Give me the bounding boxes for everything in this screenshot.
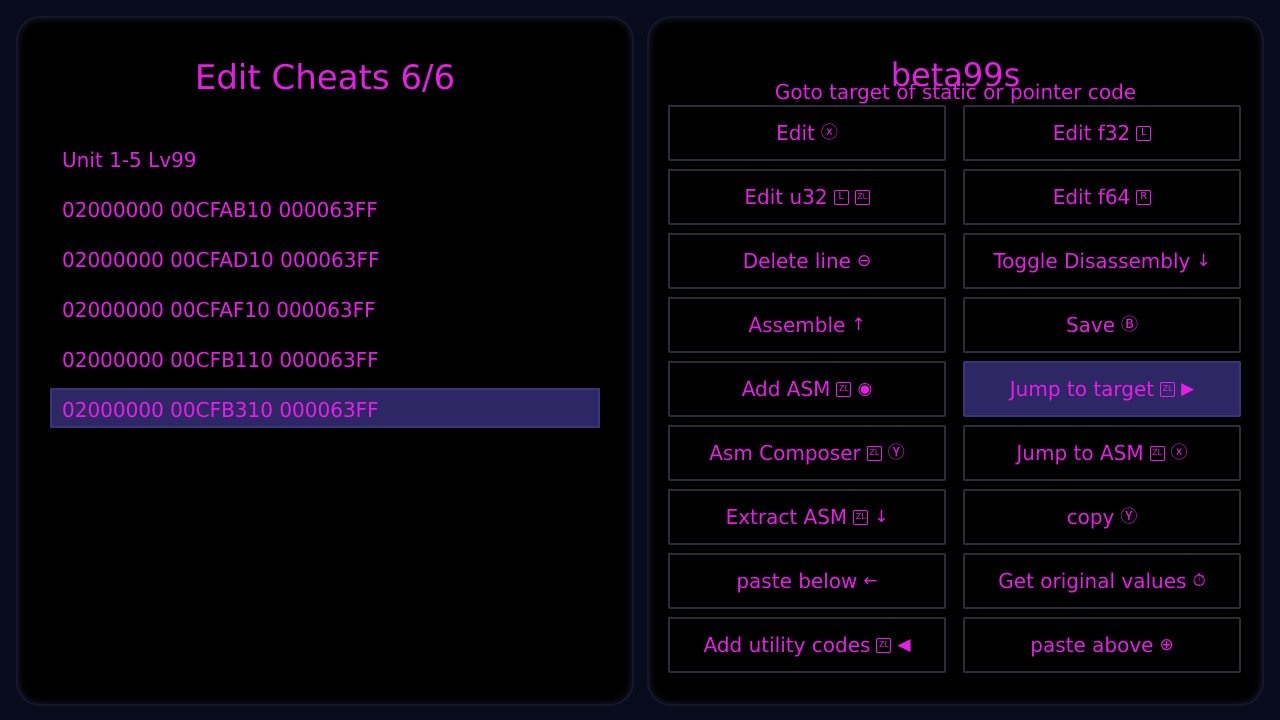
dpad-up-circle-icon: ◉ — [857, 378, 873, 399]
delete-line-button[interactable]: Delete line ⊖ — [668, 233, 946, 289]
zl-key-icon: ZL — [836, 381, 852, 397]
paste-below-button[interactable]: paste below ← — [668, 553, 946, 609]
copy-button[interactable]: copy Ⓨ — [963, 489, 1241, 545]
plus-button-icon: ⊕ — [1159, 634, 1174, 655]
add-utility-codes-button-label: Add utility codes — [703, 633, 871, 657]
jump-to-asm-button-label: Jump to ASM — [1016, 441, 1144, 465]
delete-line-button-label: Delete line — [742, 249, 851, 273]
list-item-code-line-selected[interactable]: 02000000 00CFB310 000063FF — [50, 388, 600, 428]
list-item-code-line[interactable]: 02000000 00CFB110 000063FF — [50, 338, 600, 378]
asm-composer-button-label: Asm Composer — [709, 441, 861, 465]
zl-key-icon: ZL — [853, 509, 869, 525]
cheat-list: Unit 1-5 Lv99 02000000 00CFAB10 000063FF… — [50, 138, 600, 438]
dpad-left-icon: ← — [863, 570, 878, 591]
edit-button-label: Edit — [776, 121, 815, 145]
edit-u32-button-label: Edit u32 — [744, 185, 828, 209]
extract-asm-button[interactable]: Extract ASM ZL ↓ — [668, 489, 946, 545]
copy-button-label: copy — [1066, 505, 1115, 529]
dpad-right-circle-icon: ▶ — [1181, 378, 1195, 399]
list-item-code-line[interactable]: 02000000 00CFAB10 000063FF — [50, 188, 600, 228]
x-button-icon: ⓧ — [1170, 442, 1188, 463]
list-item-code-line[interactable]: 02000000 00CFAD10 000063FF — [50, 238, 600, 278]
l-key-icon: L — [1136, 125, 1152, 141]
zl-key-icon: ZL — [1160, 381, 1176, 397]
add-asm-button-label: Add ASM — [741, 377, 831, 401]
r-key-icon: R — [1136, 189, 1152, 205]
list-item-code-line[interactable]: 02000000 00CFAF10 000063FF — [50, 288, 600, 328]
screen: Edit Cheats 6/6 Unit 1-5 Lv99 02000000 0… — [0, 0, 1280, 720]
dpad-left-circle-icon: ◀ — [897, 634, 911, 655]
asm-composer-button[interactable]: Asm Composer ZL Ⓨ — [668, 425, 946, 481]
actions-panel: beta99s Goto target of static or pointer… — [649, 18, 1262, 704]
edit-button[interactable]: Edit ⓧ — [668, 105, 946, 161]
dpad-down-icon: ↓ — [874, 506, 889, 527]
add-utility-codes-button[interactable]: Add utility codes ZL ◀ — [668, 617, 946, 673]
edit-f32-button-label: Edit f32 — [1052, 121, 1131, 145]
y-button-icon: Ⓨ — [887, 442, 905, 463]
zl-key-icon: ZL — [866, 445, 882, 461]
edit-f64-button-label: Edit f64 — [1052, 185, 1131, 209]
dpad-down-icon: ↓ — [1196, 250, 1211, 271]
edit-f32-button[interactable]: Edit f32 L — [963, 105, 1241, 161]
save-button[interactable]: Save Ⓑ — [963, 297, 1241, 353]
paste-above-button-label: paste above — [1030, 633, 1154, 657]
zl-key-icon: ZL — [854, 189, 870, 205]
add-asm-button[interactable]: Add ASM ZL ◉ — [668, 361, 946, 417]
minus-button-icon: ⊖ — [856, 250, 872, 271]
list-item-cheat-name[interactable]: Unit 1-5 Lv99 — [50, 138, 600, 178]
dpad-up-icon: ↑ — [851, 314, 866, 335]
assemble-button[interactable]: Assemble ↑ — [668, 297, 946, 353]
actions-panel-subtitle: Goto target of static or pointer code — [774, 80, 1137, 104]
cheat-list-title: Edit Cheats 6/6 — [194, 58, 456, 98]
get-original-values-button-label: Get original values — [998, 569, 1187, 593]
jump-to-target-button[interactable]: Jump to target ZL ▶ — [963, 361, 1241, 417]
extract-asm-button-label: Extract ASM — [725, 505, 848, 529]
jump-to-asm-button[interactable]: Jump to ASM ZL ⓧ — [963, 425, 1241, 481]
stopwatch-icon: ⏱ — [1192, 570, 1206, 591]
cheat-list-panel: Edit Cheats 6/6 Unit 1-5 Lv99 02000000 0… — [18, 18, 632, 704]
toggle-disassembly-button-label: Toggle Disassembly — [993, 249, 1191, 273]
toggle-disassembly-button[interactable]: Toggle Disassembly ↓ — [963, 233, 1241, 289]
b-button-icon: Ⓑ — [1121, 314, 1139, 335]
edit-f64-button[interactable]: Edit f64 R — [963, 169, 1241, 225]
action-button-grid: Edit ⓧ Edit f32 L Edit u32 L ZL Edit f64… — [668, 105, 1242, 673]
zl-key-icon: ZL — [1149, 445, 1165, 461]
assemble-button-label: Assemble — [748, 313, 846, 337]
save-button-label: Save — [1065, 313, 1116, 337]
x-button-icon: ⓧ — [820, 122, 838, 143]
paste-above-button[interactable]: paste above ⊕ — [963, 617, 1241, 673]
zl-key-icon: ZL — [876, 637, 892, 653]
l-key-icon: L — [833, 189, 849, 205]
y-button-icon: Ⓨ — [1120, 506, 1138, 527]
get-original-values-button[interactable]: Get original values ⏱ — [963, 553, 1241, 609]
jump-to-target-button-label: Jump to target — [1009, 377, 1155, 401]
paste-below-button-label: paste below — [736, 569, 858, 593]
edit-u32-button[interactable]: Edit u32 L ZL — [668, 169, 946, 225]
